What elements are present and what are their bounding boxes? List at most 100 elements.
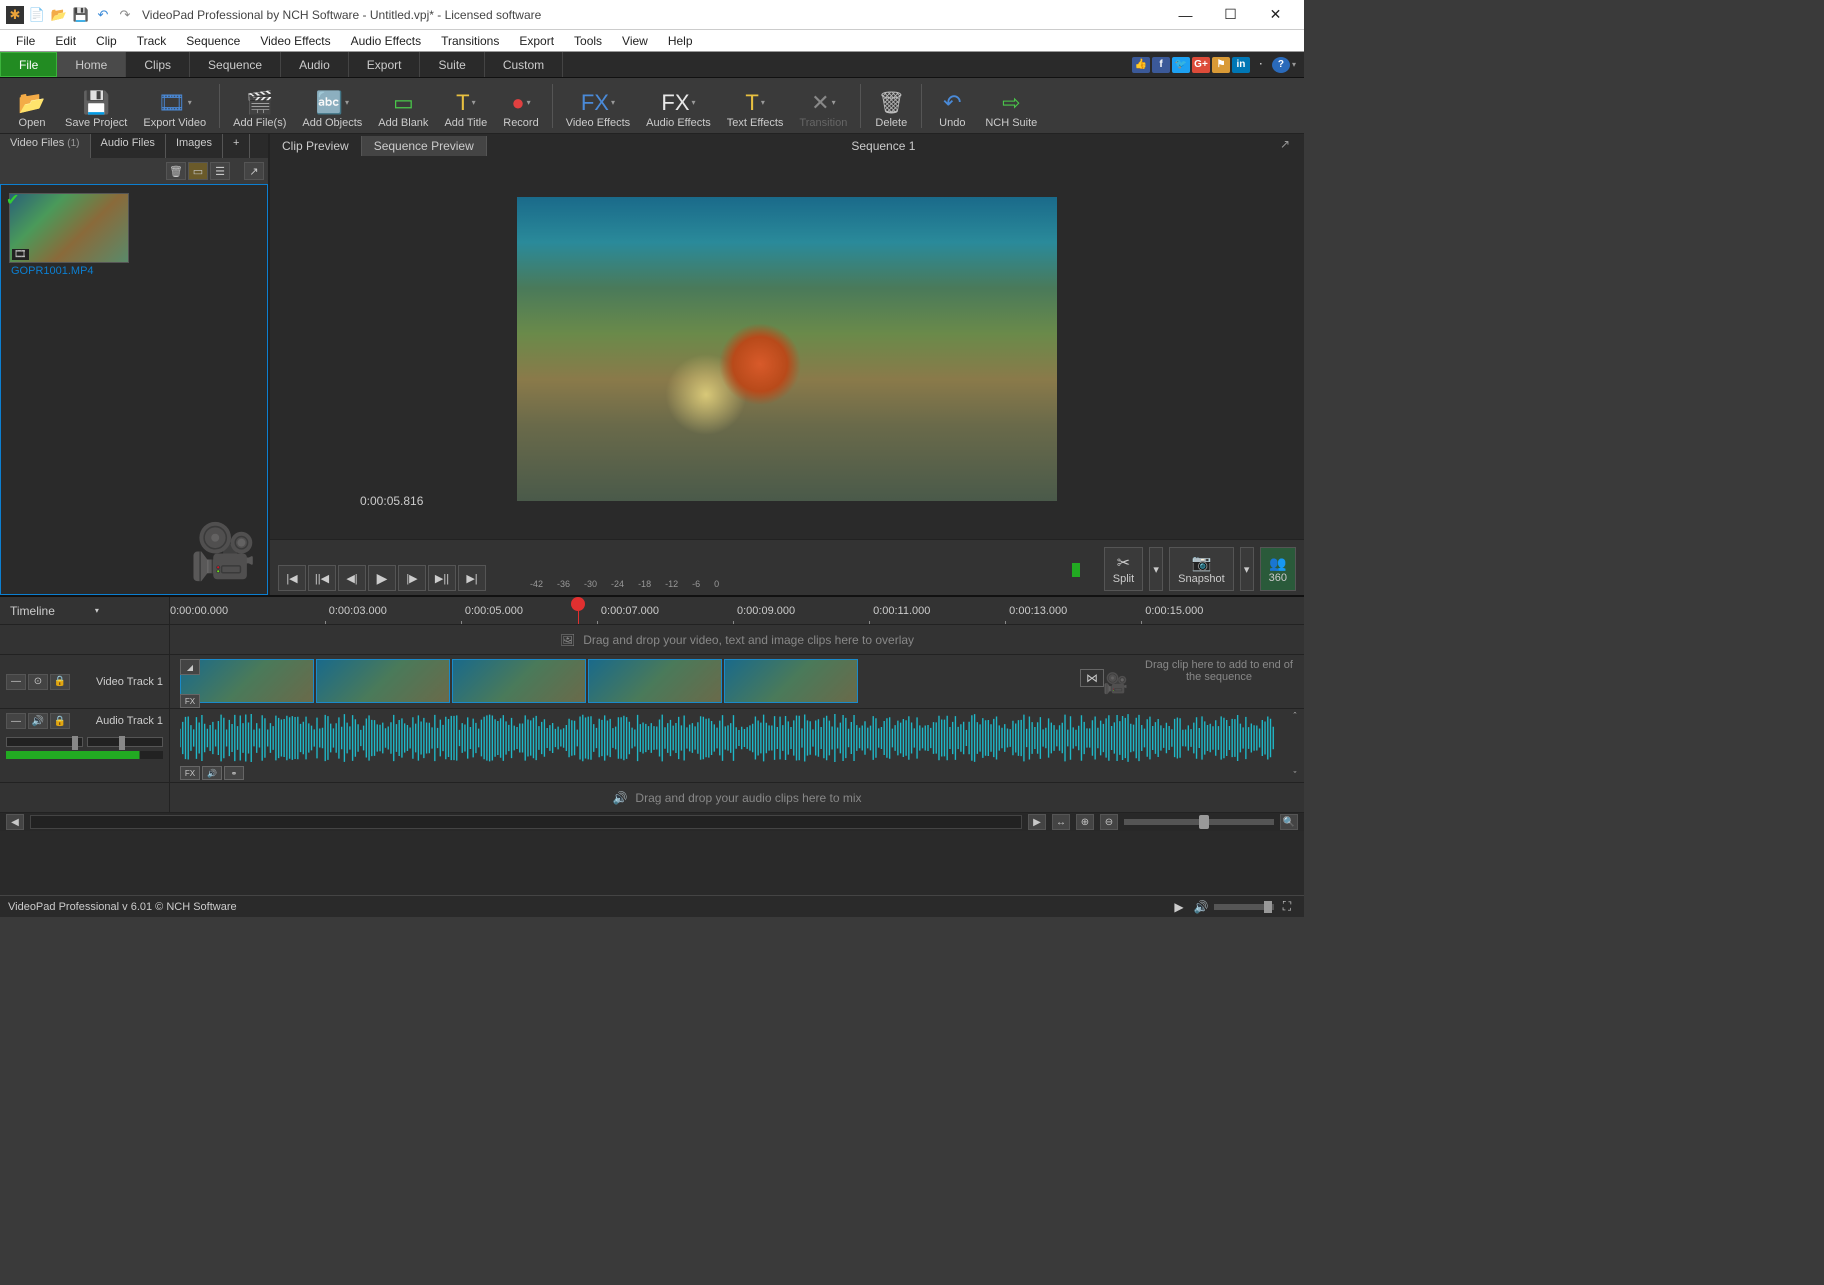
bin-tab-video-files[interactable]: Video Files (1) [0,134,91,158]
next-frame-button[interactable]: ▶|| [428,565,456,591]
bin-tab-audio-files[interactable]: Audio Files [91,134,166,158]
transition-icon[interactable]: ⋈ [1080,669,1104,687]
menu-file[interactable]: File [6,32,45,50]
video-clip[interactable] [588,659,722,703]
open-button[interactable]: 📂Open [8,80,56,132]
popout-bin-button[interactable]: ↗ [244,162,264,180]
save-project-button[interactable]: 💾Save Project [58,80,134,132]
playhead[interactable] [571,597,585,611]
audio-track-content[interactable]: FX 🔊 ⚭ [170,709,1286,782]
audio-mix-dropzone[interactable]: 🔊 Drag and drop your audio clips here to… [170,783,1304,812]
maximize-button[interactable]: ☐ [1208,0,1253,30]
audio-effects-button[interactable]: FX▾Audio Effects [639,80,718,132]
snapshot-dropdown[interactable]: ▾ [1240,547,1254,591]
menu-video-effects[interactable]: Video Effects [250,32,340,50]
ribbon-tab-sequence[interactable]: Sequence [190,52,281,77]
scroll-down-button[interactable]: ˇ [1286,770,1304,780]
timeline-label[interactable]: Timeline▾ [0,597,170,624]
fx-badge[interactable]: FX [180,694,200,708]
share-icon[interactable]: ⚑ [1212,57,1230,73]
add-file-s--button[interactable]: 🎬Add File(s) [226,80,293,132]
snapshot-button[interactable]: 📷Snapshot [1169,547,1233,591]
menu-view[interactable]: View [612,32,658,50]
lock-track-button[interactable]: 🔒 [50,674,70,690]
goto-end-button[interactable]: ▶| [458,565,486,591]
twitter-icon[interactable]: 🐦 [1172,57,1190,73]
vr360-button[interactable]: 👥360 [1260,547,1296,591]
status-volume-icon[interactable]: 🔊 [1192,899,1210,915]
new-icon[interactable]: 📄 [28,6,46,24]
lock-audio-button[interactable]: 🔒 [50,713,70,729]
popout-preview-button[interactable]: ↗ [1280,137,1300,155]
step-back-button[interactable]: ◀| [338,565,366,591]
timeline-ruler[interactable]: 0:00:00.0000:00:03.0000:00:05.0000:00:07… [170,597,1304,624]
bin-tab-images[interactable]: Images [166,134,223,158]
scroll-right-button[interactable]: ▶ [1028,814,1046,830]
goto-start-button[interactable]: |◀ [278,565,306,591]
tab-clip-preview[interactable]: Clip Preview [270,136,362,156]
fx-badge[interactable]: FX [180,766,200,780]
delete-bin-button[interactable]: 🗑 [166,162,186,180]
clip-thumbnail[interactable]: ✔ 🎞 GOPR1001.MP4 [9,193,129,279]
zoom-fit-button[interactable]: 🔍 [1280,814,1298,830]
undo-button[interactable]: ↶Undo [928,80,976,132]
video-clip[interactable] [724,659,858,703]
ribbon-tab-audio[interactable]: Audio [281,52,349,77]
step-fwd-button[interactable]: |▶ [398,565,426,591]
transition-button[interactable]: ✕▾Transition [792,80,854,132]
minimize-button[interactable]: — [1163,0,1208,30]
video-clip[interactable] [452,659,586,703]
open-icon[interactable]: 📂 [50,6,68,24]
fullscreen-icon[interactable]: ⛶ [1278,899,1296,915]
status-volume-slider[interactable] [1214,904,1274,910]
overlay-dropzone[interactable]: 🖼 Drag and drop your video, text and ima… [170,625,1304,654]
bin-content[interactable]: ✔ 🎞 GOPR1001.MP4 🎥 [0,184,268,595]
zoom-in-button[interactable]: ⊕ [1076,814,1094,830]
add-blank-button[interactable]: ▭Add Blank [371,80,435,132]
menu-help[interactable]: Help [658,32,703,50]
preview-viewport[interactable] [270,158,1304,539]
video-clip[interactable] [180,659,314,703]
folder-bin-button[interactable]: ▭ [188,162,208,180]
prev-frame-button[interactable]: ||◀ [308,565,336,591]
video-clip[interactable] [316,659,450,703]
menu-export[interactable]: Export [509,32,564,50]
facebook-icon[interactable]: f [1152,57,1170,73]
split-button[interactable]: ✂Split [1104,547,1143,591]
zoom-slider[interactable] [1124,819,1274,825]
googleplus-icon[interactable]: G+ [1192,57,1210,73]
delete-button[interactable]: 🗑Delete [867,80,915,132]
ribbon-tab-clips[interactable]: Clips [126,52,190,77]
tab-sequence-preview[interactable]: Sequence Preview [362,136,487,156]
add-title-button[interactable]: T▾Add Title [437,80,494,132]
export-video-button[interactable]: 🎞▾Export Video [136,80,213,132]
bin-tab--[interactable]: + [223,134,250,158]
scroll-left-button[interactable]: ◀ [6,814,24,830]
list-view-button[interactable]: ☰ [210,162,230,180]
menu-audio-effects[interactable]: Audio Effects [341,32,432,50]
add-objects-button[interactable]: 🔤▾Add Objects [295,80,369,132]
volume-slider[interactable] [6,737,83,747]
help-dropdown[interactable]: ▾ [1292,60,1296,69]
ribbon-tab-export[interactable]: Export [349,52,421,77]
save-icon[interactable]: 💾 [72,6,90,24]
scroll-track[interactable] [30,815,1022,829]
video-track-content[interactable]: ◢ FX ⋈ 🎥 [170,655,1134,708]
redo-icon[interactable]: ↷ [116,6,134,24]
menu-tools[interactable]: Tools [564,32,612,50]
fade-in-icon[interactable]: ◢ [180,659,200,675]
text-effects-button[interactable]: T▾Text Effects [720,80,791,132]
close-button[interactable]: ✕ [1253,0,1298,30]
scroll-up-button[interactable]: ˆ [1286,711,1304,721]
link-icon[interactable]: ⚭ [224,766,244,780]
play-button[interactable]: ▶ [368,565,396,591]
mute-clip-icon[interactable]: 🔊 [202,766,222,780]
ribbon-tab-custom[interactable]: Custom [485,52,563,77]
help-icon[interactable]: ? [1272,57,1290,73]
menu-track[interactable]: Track [127,32,177,50]
menu-edit[interactable]: Edit [45,32,86,50]
status-play-icon[interactable]: ▶ [1170,899,1188,915]
linkedin-icon[interactable]: in [1232,57,1250,73]
split-dropdown[interactable]: ▾ [1149,547,1163,591]
menu-transitions[interactable]: Transitions [431,32,509,50]
